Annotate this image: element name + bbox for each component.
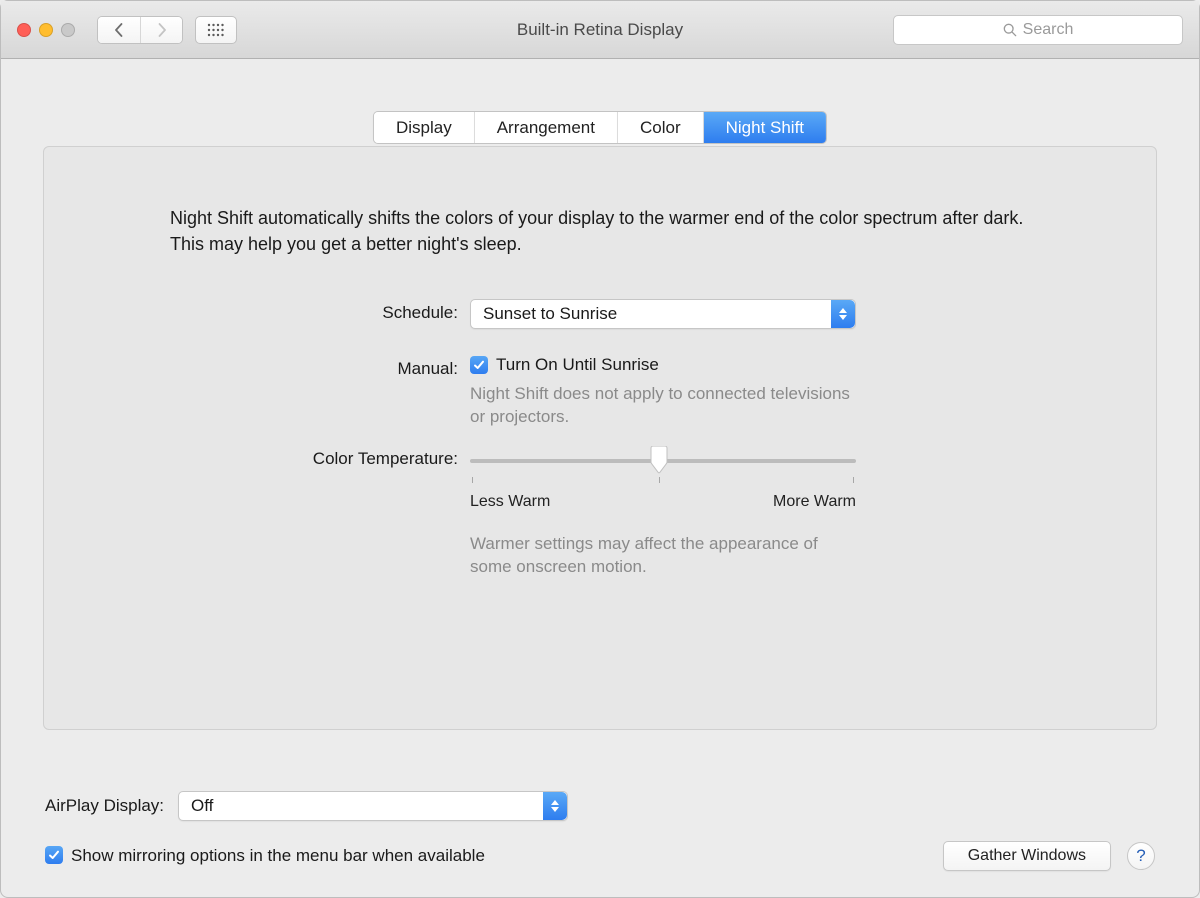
airplay-label: AirPlay Display: xyxy=(45,796,164,816)
zoom-window-button[interactable] xyxy=(61,23,75,37)
forward-button[interactable] xyxy=(140,17,182,43)
slider-thumb[interactable] xyxy=(647,446,671,479)
close-window-button[interactable] xyxy=(17,23,31,37)
slider-max-label: More Warm xyxy=(773,493,856,511)
chevron-left-icon xyxy=(114,23,124,37)
color-temperature-label: Color Temperature: xyxy=(170,447,470,579)
footer: AirPlay Display: Off Show mirroring opti… xyxy=(1,791,1199,897)
tab-night-shift[interactable]: Night Shift xyxy=(704,112,826,143)
tab-display[interactable]: Display xyxy=(374,112,475,143)
schedule-label: Schedule: xyxy=(170,299,470,329)
chevron-right-icon xyxy=(157,23,167,37)
manual-checkbox[interactable] xyxy=(470,356,488,374)
window-toolbar: Built-in Retina Display Search xyxy=(1,1,1199,59)
mirroring-checkbox[interactable] xyxy=(45,846,63,864)
color-temperature-slider[interactable] xyxy=(470,447,856,475)
night-shift-panel: Night Shift automatically shifts the col… xyxy=(43,146,1157,730)
manual-hint: Night Shift does not apply to connected … xyxy=(470,383,856,429)
minimize-window-button[interactable] xyxy=(39,23,53,37)
schedule-select[interactable]: Sunset to Sunrise xyxy=(470,299,856,329)
tab-arrangement[interactable]: Arrangement xyxy=(475,112,618,143)
mirroring-label: Show mirroring options in the menu bar w… xyxy=(71,846,485,866)
back-button[interactable] xyxy=(98,17,140,43)
airplay-select[interactable]: Off xyxy=(178,791,568,821)
search-placeholder: Search xyxy=(1023,21,1074,39)
nav-button-group xyxy=(97,16,183,44)
select-stepper-icon xyxy=(543,792,567,820)
search-icon xyxy=(1003,23,1017,37)
checkmark-icon xyxy=(473,359,485,371)
night-shift-description: Night Shift automatically shifts the col… xyxy=(170,205,1030,257)
grid-icon xyxy=(207,23,225,37)
gather-windows-button[interactable]: Gather Windows xyxy=(943,841,1111,871)
checkmark-icon xyxy=(48,849,60,861)
traffic-lights xyxy=(17,23,75,37)
help-button[interactable]: ? xyxy=(1127,842,1155,870)
window-title: Built-in Retina Display xyxy=(517,20,683,40)
search-field[interactable]: Search xyxy=(893,15,1183,45)
show-all-button[interactable] xyxy=(195,16,237,44)
manual-checkbox-label: Turn On Until Sunrise xyxy=(496,355,659,374)
color-temperature-hint: Warmer settings may affect the appearanc… xyxy=(470,533,856,579)
schedule-value: Sunset to Sunrise xyxy=(471,304,629,324)
slider-thumb-icon xyxy=(647,446,671,474)
select-stepper-icon xyxy=(831,300,855,328)
slider-ticks xyxy=(470,477,856,485)
help-icon: ? xyxy=(1136,846,1145,866)
slider-min-label: Less Warm xyxy=(470,493,550,511)
airplay-value: Off xyxy=(179,796,225,816)
content-area: Display Arrangement Color Night Shift Ni… xyxy=(1,59,1199,730)
tab-color[interactable]: Color xyxy=(618,112,704,143)
manual-label: Manual: xyxy=(170,355,470,429)
tab-bar: Display Arrangement Color Night Shift xyxy=(373,111,827,144)
